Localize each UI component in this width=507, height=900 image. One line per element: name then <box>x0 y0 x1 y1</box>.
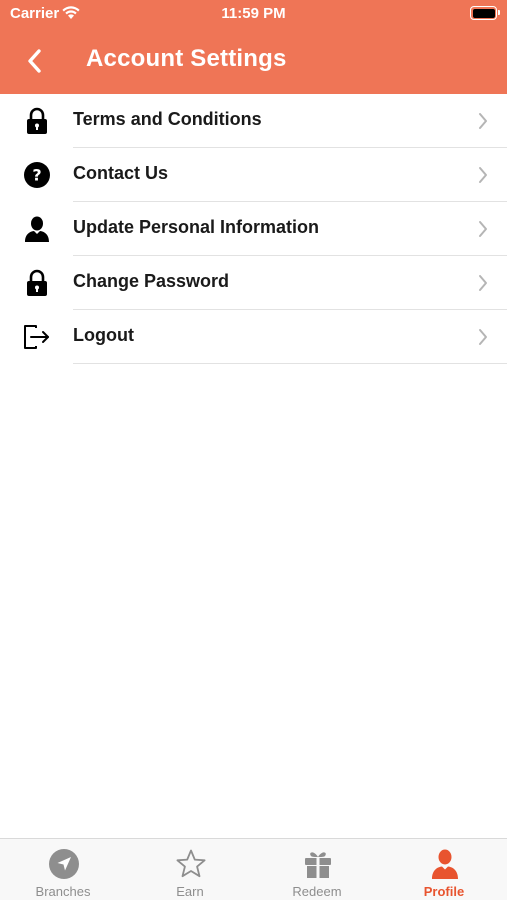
menu-item-label: Change Password <box>73 271 230 291</box>
chevron-right-icon <box>479 329 487 345</box>
location-arrow-icon <box>49 849 79 879</box>
status-bar: Carrier 11:59 PM <box>0 0 507 28</box>
settings-list: Terms and Conditions ? Contact Us Update… <box>0 94 507 364</box>
logout-icon <box>22 322 52 352</box>
chevron-right-icon <box>479 167 487 183</box>
nav-bar: Account Settings <box>0 28 507 94</box>
question-circle-icon: ? <box>22 160 52 190</box>
tab-profile[interactable]: Profile <box>381 839 507 900</box>
menu-item-terms[interactable]: Terms and Conditions <box>0 94 507 148</box>
tab-redeem[interactable]: Redeem <box>254 839 380 900</box>
gift-icon <box>305 852 331 878</box>
divider <box>73 363 507 364</box>
chevron-right-icon <box>479 275 487 291</box>
person-icon <box>22 214 52 244</box>
lock-icon <box>22 268 52 298</box>
tab-label: Earn <box>176 884 204 899</box>
person-icon <box>432 849 458 879</box>
chevron-right-icon <box>479 221 487 237</box>
menu-item-contact[interactable]: ? Contact Us <box>0 148 507 202</box>
tab-label: Profile <box>423 884 465 899</box>
menu-item-label: Contact Us <box>73 163 169 183</box>
battery-icon <box>470 6 500 20</box>
back-button[interactable] <box>22 46 48 76</box>
star-icon <box>176 849 206 878</box>
tab-label: Branches <box>35 884 91 899</box>
clock: 11:59 PM <box>221 5 286 22</box>
lock-icon <box>22 106 52 136</box>
menu-item-update-info[interactable]: Update Personal Information <box>0 202 507 256</box>
chevron-left-icon <box>28 49 41 73</box>
app-header: Carrier 11:59 PM Account Settings <box>0 0 507 94</box>
menu-item-label: Update Personal Information <box>73 217 320 237</box>
tab-earn[interactable]: Earn <box>127 839 253 900</box>
tab-bar: Branches Earn Redeem Profile <box>0 838 507 900</box>
tab-branches[interactable]: Branches <box>0 839 126 900</box>
svg-text:?: ? <box>32 166 41 185</box>
tab-label: Redeem <box>292 884 342 899</box>
page-title: Account Settings <box>86 45 287 72</box>
menu-item-label: Logout <box>73 325 134 345</box>
menu-item-change-password[interactable]: Change Password <box>0 256 507 310</box>
menu-item-logout[interactable]: Logout <box>0 310 507 364</box>
menu-item-label: Terms and Conditions <box>73 109 262 129</box>
chevron-right-icon <box>479 113 487 129</box>
